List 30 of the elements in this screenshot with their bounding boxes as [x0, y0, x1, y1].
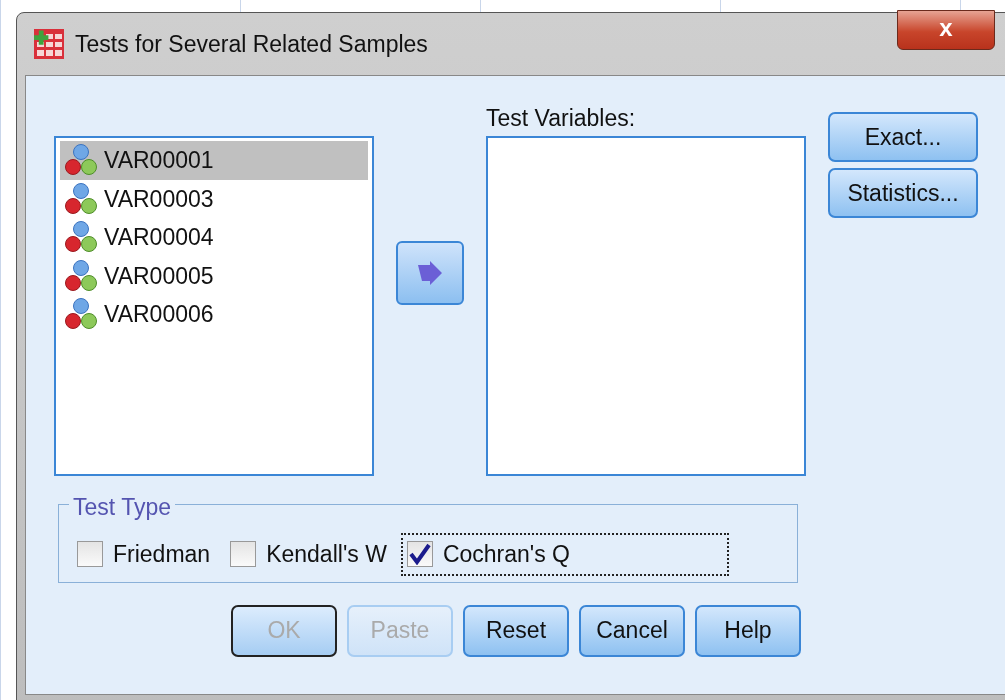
variable-list[interactable]: VAR00001 VAR00003 VAR00004 VAR00005 VAR00006	[54, 136, 374, 476]
scale-variable-icon	[64, 143, 98, 178]
dialog-button[interactable]: Help	[695, 604, 801, 657]
side-button[interactable]: Exact...	[828, 112, 978, 162]
list-item[interactable]: VAR00003	[60, 179, 368, 218]
checkbox[interactable]	[77, 541, 103, 568]
dialog-button[interactable]: Cancel	[579, 604, 685, 657]
check-icon	[408, 543, 431, 566]
scale-variable-icon	[64, 258, 98, 293]
data-grid-icon	[33, 28, 65, 60]
checkbox-option[interactable]: Kendall's W	[224, 533, 393, 576]
list-item[interactable]: VAR00001	[60, 141, 368, 180]
checkbox[interactable]	[230, 541, 257, 568]
close-button[interactable]: x	[897, 10, 995, 50]
checkbox[interactable]	[406, 541, 433, 568]
checkbox-option[interactable]: Cochran's Q	[400, 533, 729, 576]
test-variables-label: Test Variables:	[486, 104, 637, 133]
scale-variable-icon	[64, 297, 98, 332]
test-variables-list[interactable]	[486, 136, 806, 476]
side-button[interactable]: Statistics...	[828, 168, 978, 218]
arrow-icon	[416, 261, 444, 285]
scale-variable-icon	[64, 220, 98, 255]
list-item[interactable]: VAR00006	[60, 295, 368, 334]
dialog-button[interactable]: Reset	[463, 604, 569, 657]
move-button[interactable]	[396, 241, 464, 305]
list-item[interactable]: VAR00005	[60, 256, 368, 295]
scale-variable-icon	[64, 181, 98, 216]
window-title: Tests for Several Related Samples	[75, 29, 428, 59]
list-item[interactable]: VAR00004	[60, 218, 368, 257]
checkbox-option[interactable]: Friedman	[71, 533, 217, 576]
